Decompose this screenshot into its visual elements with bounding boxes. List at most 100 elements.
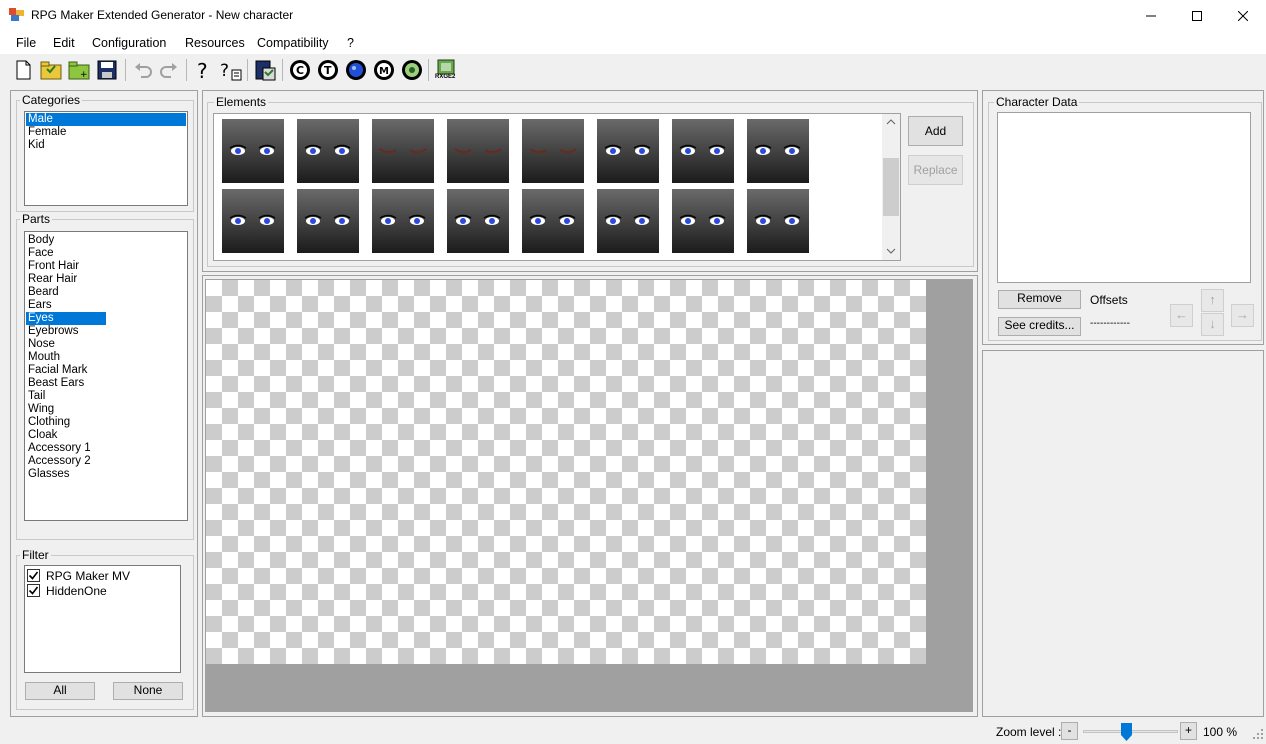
part-item-beast-ears[interactable]: Beast Ears: [26, 377, 187, 390]
part-item-front-hair[interactable]: Front Hair: [26, 260, 187, 273]
scroll-down-icon[interactable]: [886, 247, 896, 255]
redo-icon[interactable]: [157, 58, 181, 82]
part-item-eyes[interactable]: Eyes: [26, 312, 106, 325]
eyes-preview-icon: [454, 214, 501, 225]
part-item-accessory-2[interactable]: Accessory 2: [26, 455, 187, 468]
app-icon: [9, 8, 25, 22]
part-item-ears[interactable]: Ears: [26, 299, 187, 312]
checkbox-rpg-maker-mv[interactable]: [27, 569, 40, 582]
element-thumbnail[interactable]: [522, 119, 584, 183]
remove-button[interactable]: Remove: [998, 290, 1081, 309]
menu-resources[interactable]: Resources: [185, 36, 245, 50]
character-data-list[interactable]: [997, 112, 1251, 283]
filter-none-button[interactable]: None: [113, 682, 183, 700]
resize-grip-icon[interactable]: [1253, 729, 1264, 740]
element-thumbnail[interactable]: [747, 189, 809, 253]
category-female[interactable]: Female: [26, 126, 187, 139]
part-item-cloak[interactable]: Cloak: [26, 429, 187, 442]
menu-bar: File Edit Configuration Resources Compat…: [0, 31, 1266, 54]
maximize-icon: [1192, 10, 1202, 21]
category-male[interactable]: Male: [26, 113, 186, 126]
help-icon[interactable]: ?: [192, 58, 216, 83]
blue-orb-icon[interactable]: [344, 58, 368, 82]
offset-right-button[interactable]: →: [1231, 304, 1254, 327]
scroll-thumb[interactable]: [883, 158, 899, 216]
preview-canvas[interactable]: [205, 279, 973, 712]
categories-list[interactable]: Male Female Kid: [24, 111, 188, 206]
t-circle-icon[interactable]: T: [316, 58, 340, 82]
element-thumbnail[interactable]: [447, 119, 509, 183]
menu-help[interactable]: ?: [347, 36, 354, 50]
svg-text:C: C: [296, 64, 304, 77]
minimize-icon: [1146, 15, 1156, 16]
zoom-slider-thumb[interactable]: [1121, 723, 1132, 741]
element-thumbnail[interactable]: [297, 189, 359, 253]
element-thumbnail[interactable]: [222, 189, 284, 253]
part-item-body[interactable]: Body: [26, 234, 187, 247]
checkbox-hiddenone[interactable]: [27, 584, 40, 597]
minimize-button[interactable]: [1128, 0, 1174, 31]
menu-configuration[interactable]: Configuration: [92, 36, 166, 50]
element-thumbnail[interactable]: [522, 189, 584, 253]
zoom-in-button[interactable]: +: [1180, 722, 1197, 740]
offset-down-button[interactable]: ↓: [1201, 313, 1224, 336]
svg-text:M: M: [379, 66, 389, 77]
part-item-beard[interactable]: Beard: [26, 286, 187, 299]
filter-all-button[interactable]: All: [25, 682, 95, 700]
c-circle-icon[interactable]: C: [288, 58, 312, 82]
close-button[interactable]: [1220, 0, 1266, 31]
save-icon[interactable]: [95, 58, 119, 82]
zoom-out-button[interactable]: -: [1061, 722, 1078, 740]
menu-compatibility[interactable]: Compatibility: [257, 36, 329, 50]
element-thumbnail[interactable]: [747, 119, 809, 183]
offset-left-button[interactable]: ←: [1170, 304, 1193, 327]
settings-circle-icon[interactable]: [400, 58, 424, 82]
part-item-facial-mark[interactable]: Facial Mark: [26, 364, 187, 377]
element-thumbnail[interactable]: [372, 189, 434, 253]
undo-icon[interactable]: [131, 58, 155, 82]
element-thumbnail[interactable]: [672, 189, 734, 253]
scroll-up-icon[interactable]: [886, 118, 896, 126]
part-item-eyebrows[interactable]: Eyebrows: [26, 325, 187, 338]
part-item-nose[interactable]: Nose: [26, 338, 187, 351]
part-item-glasses[interactable]: Glasses: [26, 468, 187, 481]
eyes-preview-icon: [379, 214, 426, 225]
menu-file[interactable]: File: [16, 36, 36, 50]
part-item-face[interactable]: Face: [26, 247, 187, 260]
replace-button[interactable]: Replace: [908, 155, 963, 185]
transparent-canvas[interactable]: [206, 280, 926, 664]
part-item-accessory-1[interactable]: Accessory 1: [26, 442, 187, 455]
m-circle-icon[interactable]: M: [372, 58, 396, 82]
element-thumbnail[interactable]: [597, 119, 659, 183]
elements-scrollbar[interactable]: [882, 114, 900, 260]
part-item-rear-hair[interactable]: Rear Hair: [26, 273, 187, 286]
element-thumbnail[interactable]: [222, 119, 284, 183]
character-data-title: Character Data: [994, 95, 1080, 109]
new-folder-icon[interactable]: +: [67, 58, 91, 82]
add-button[interactable]: Add: [908, 116, 963, 146]
part-item-tail[interactable]: Tail: [26, 390, 187, 403]
export-icon[interactable]: [253, 58, 277, 82]
category-kid[interactable]: Kid: [26, 139, 187, 152]
part-item-wing[interactable]: Wing: [26, 403, 187, 416]
open-folder-icon[interactable]: [39, 58, 63, 82]
parts-list[interactable]: Body Face Front Hair Rear Hair Beard Ears Eyes…: [24, 231, 188, 521]
see-credits-button[interactable]: See credits...: [998, 317, 1081, 336]
element-thumbnail[interactable]: [297, 119, 359, 183]
new-file-icon[interactable]: [11, 58, 35, 82]
help-document-icon[interactable]: ?: [219, 58, 243, 82]
offsets-value: ------------: [1090, 318, 1130, 329]
rxge2-icon[interactable]: RXGE2: [434, 58, 458, 82]
offsets-label: Offsets: [1090, 293, 1128, 307]
element-thumbnail[interactable]: [597, 189, 659, 253]
maximize-button[interactable]: [1174, 0, 1220, 31]
offset-up-button[interactable]: ↑: [1201, 289, 1224, 312]
filter-item-hiddenone[interactable]: HiddenOne: [27, 583, 107, 598]
part-item-mouth[interactable]: Mouth: [26, 351, 187, 364]
element-thumbnail[interactable]: [672, 119, 734, 183]
element-thumbnail[interactable]: [372, 119, 434, 183]
part-item-clothing[interactable]: Clothing: [26, 416, 187, 429]
menu-edit[interactable]: Edit: [53, 36, 75, 50]
filter-item-rpg-maker-mv[interactable]: RPG Maker MV: [27, 568, 130, 583]
element-thumbnail[interactable]: [447, 189, 509, 253]
